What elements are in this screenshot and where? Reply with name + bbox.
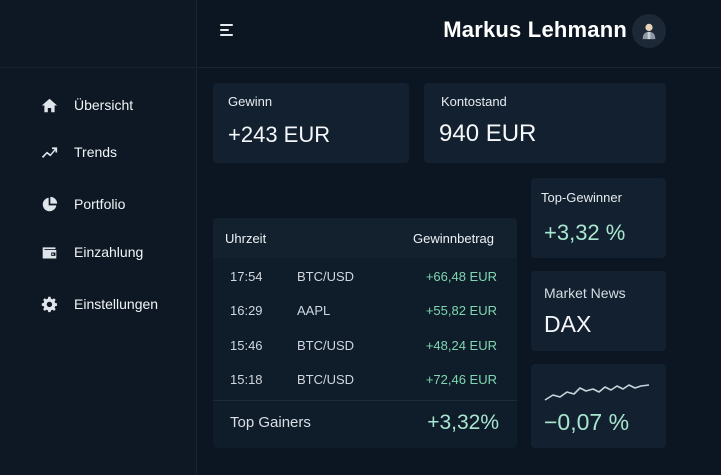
row-time: 17:54 [230, 268, 263, 284]
main-area: Markus Lehmann Gewinn +243 EUR Kontostan… [198, 0, 721, 475]
wallet-icon [40, 243, 58, 261]
footer-value: +3,32% [427, 411, 499, 434]
sidebar-item-portfolio[interactable]: Portfolio [40, 195, 125, 213]
row-asset: BTC/USD [297, 268, 355, 284]
top-winner-value: +3,32 % [544, 220, 626, 245]
sidebar: Übersicht Trends Portfolio Einzahlung Ei… [0, 0, 197, 475]
row-asset: AAPL [297, 302, 331, 318]
top-winner-label: Top-Gewinner [541, 190, 622, 205]
sidebar-header [0, 0, 196, 68]
row-amount: +72,46 EUR [425, 371, 497, 387]
row-time: 15:18 [230, 371, 263, 387]
top-winner-card: Top-Gewinner +3,32 % [531, 178, 666, 258]
trend-icon [40, 143, 58, 161]
row-amount: +55,82 EUR [425, 302, 497, 318]
row-time: 15:46 [230, 337, 263, 353]
table-footer: Top Gainers +3,32% [213, 401, 517, 448]
row-asset: BTC/USD [297, 337, 355, 353]
row-time: 16:29 [230, 302, 263, 318]
market-news-value: DAX [544, 311, 592, 337]
sidebar-item-einzahlung[interactable]: Einzahlung [40, 243, 143, 261]
table-row[interactable]: 16:29 AAPL +55,82 EUR [213, 293, 517, 327]
home-icon [40, 96, 58, 114]
user-icon [642, 23, 656, 40]
profit-label: Gewinn [228, 94, 273, 109]
profit-value: +243 EUR [228, 122, 331, 147]
sidebar-item-label: Übersicht [74, 97, 134, 113]
sparkline [544, 384, 650, 401]
market-news-label: Market News [544, 285, 626, 301]
user-name: Markus Lehmann [443, 17, 627, 42]
index-change-value: −0,07 % [544, 409, 630, 435]
profit-card: Gewinn +243 EUR [213, 83, 409, 163]
table-row[interactable]: 15:46 BTC/USD +48,24 EUR [213, 328, 517, 362]
row-amount: +48,24 EUR [425, 337, 497, 353]
table-header: Uhrzeit Gewinnbetrag [213, 218, 517, 258]
table-row[interactable]: 15:18 BTC/USD +72,46 EUR [213, 362, 517, 396]
sidebar-item-uebersicht[interactable]: Übersicht [40, 96, 133, 114]
balance-label: Kontostand [441, 94, 507, 109]
column-header-amount: Gewinnbetrag [413, 231, 494, 246]
menu-icon[interactable] [220, 24, 236, 40]
sidebar-item-label: Portfolio [74, 196, 126, 212]
top-bar: Markus Lehmann [198, 0, 721, 68]
sidebar-item-einstellungen[interactable]: Einstellungen [40, 295, 158, 313]
gear-icon [40, 295, 58, 313]
sidebar-item-label: Einstellungen [74, 296, 159, 312]
balance-card: Kontostand 940 EUR [424, 83, 666, 163]
row-asset: BTC/USD [297, 371, 355, 387]
avatar[interactable] [632, 14, 666, 48]
sidebar-item-label: Einzahlung [74, 244, 144, 260]
index-change-card: −0,07 % [531, 364, 666, 448]
balance-value: 940 EUR [439, 120, 537, 147]
market-news-card[interactable]: Market News DAX [531, 271, 666, 351]
column-header-time: Uhrzeit [225, 231, 267, 246]
footer-label: Top Gainers [230, 414, 311, 431]
sidebar-item-label: Trends [74, 144, 118, 160]
sidebar-item-trends[interactable]: Trends [40, 143, 117, 161]
table-row[interactable]: 17:54 BTC/USD +66,48 EUR [213, 259, 517, 293]
transactions-table: Uhrzeit Gewinnbetrag 17:54 BTC/USD +66,4… [213, 218, 517, 448]
row-amount: +66,48 EUR [425, 268, 497, 284]
pie-chart-icon [40, 195, 58, 213]
